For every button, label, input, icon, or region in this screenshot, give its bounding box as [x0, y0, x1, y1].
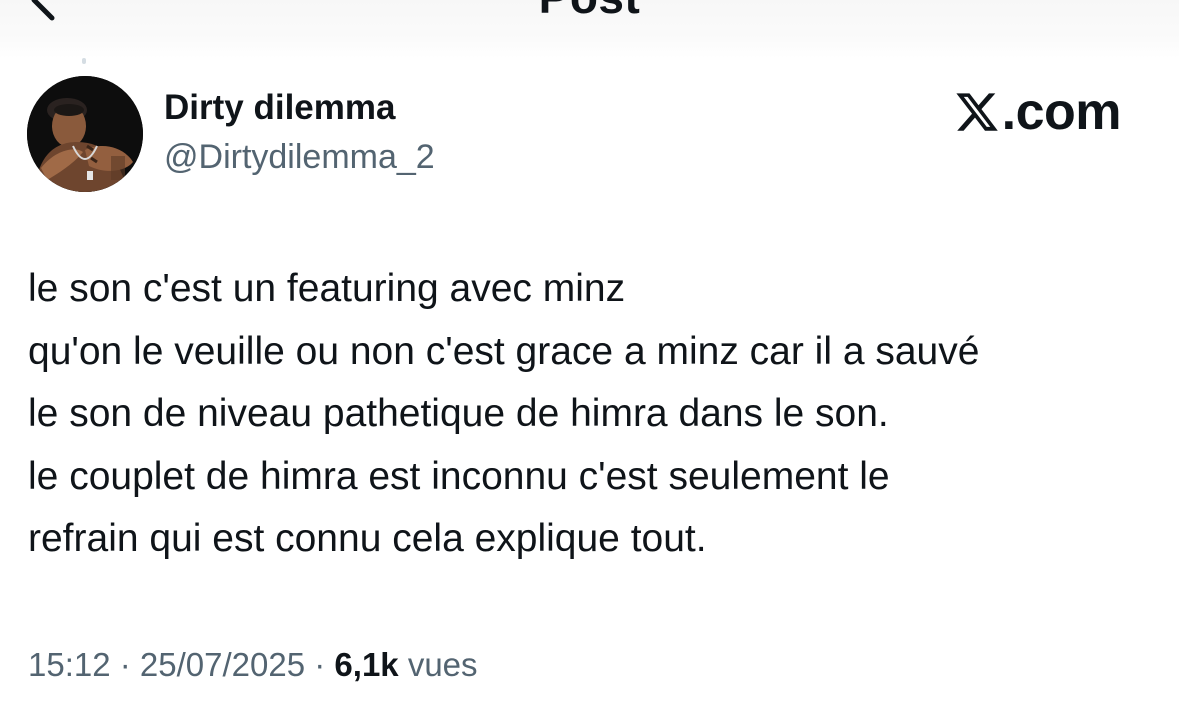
tweet-line: le couplet de himra est inconnu c'est se…	[28, 454, 890, 498]
author-handle[interactable]: @Dirtydilemma_2	[164, 138, 435, 177]
avatar[interactable]	[27, 76, 143, 192]
views-label: vues	[398, 646, 478, 683]
post-date[interactable]: 25/07/2025	[140, 646, 305, 683]
divider-dot	[82, 58, 86, 64]
meta-separator: ·	[305, 646, 335, 683]
author-display-name[interactable]: Dirty dilemma	[164, 88, 395, 128]
tweet-line: qu'on le veuille ou non c'est grace a mi…	[28, 329, 980, 373]
avatar-photo	[27, 76, 143, 192]
tweet-metadata: 15:12 · 25/07/2025 · 6,1k vues	[28, 646, 478, 684]
top-navigation-bar: Post	[0, 0, 1179, 58]
x-logo-icon	[956, 93, 998, 131]
post-time[interactable]: 15:12	[28, 646, 111, 683]
tweet-line: le son c'est un featuring avec minz	[28, 267, 626, 310]
meta-separator: ·	[110, 646, 140, 683]
page-title: Post	[0, 0, 1179, 24]
tweet-text: le son c'est un featuring avec minz qu'o…	[28, 258, 1158, 571]
views-count: 6,1k	[334, 646, 399, 683]
x-brand-watermark: .com	[954, 82, 1122, 142]
tweet-line: refrain qui est connu cela explique tout…	[28, 517, 707, 560]
brand-domain-suffix: .com	[1001, 83, 1122, 141]
tweet-line: le son de niveau pathetique de himra dan…	[28, 392, 889, 435]
